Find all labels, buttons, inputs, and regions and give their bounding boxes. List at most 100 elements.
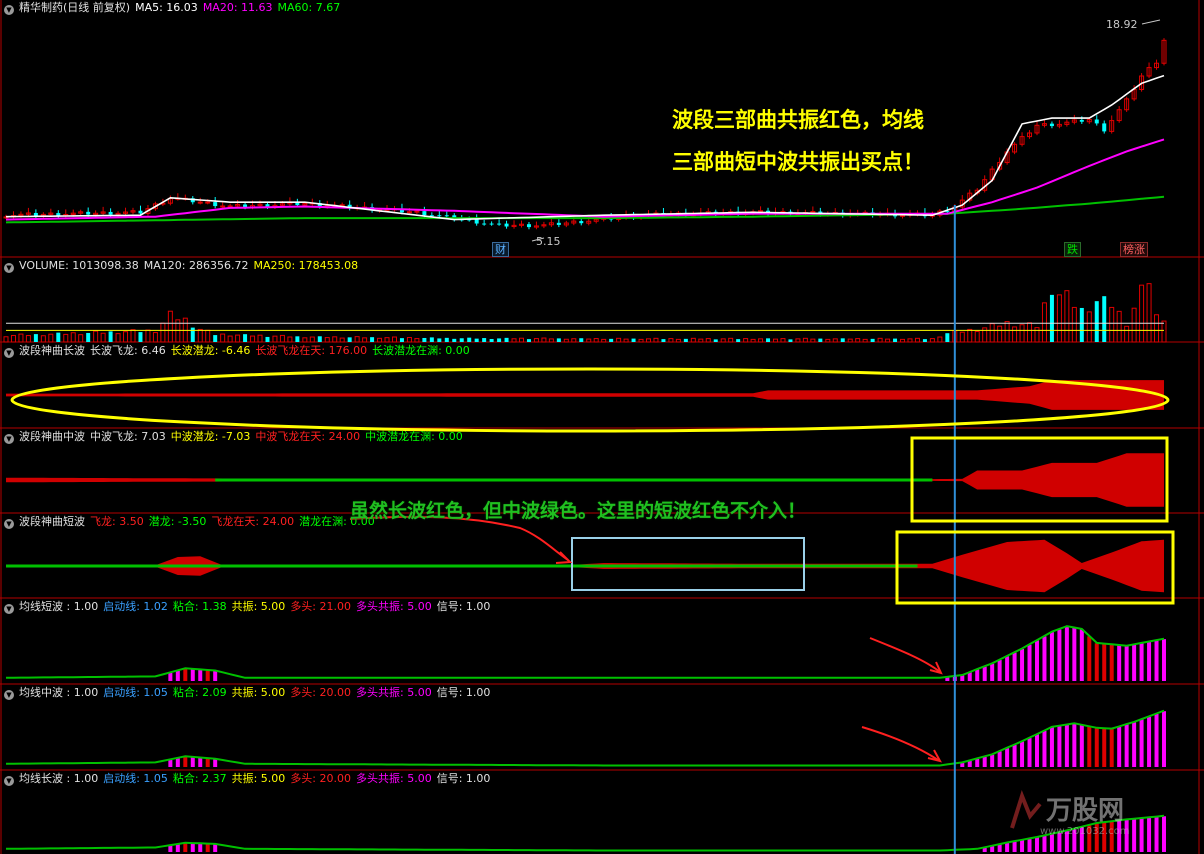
candle-down (86, 211, 91, 215)
candle-down (497, 223, 502, 225)
volume-bar-up (929, 338, 935, 343)
volume-bar-up (279, 334, 285, 343)
ma-short-bar (975, 669, 980, 681)
volume-bar-up (1056, 294, 1062, 343)
chevron-down-icon[interactable]: ▼ (4, 5, 14, 15)
candle-up (227, 205, 233, 208)
volume-bar-down (526, 339, 531, 342)
volume-title: VOLUME: 1013098.38 (19, 259, 139, 272)
ma-long-header: ▼ 均线长波 : 1.00 启动线: 1.05 粘合: 2.37 共振: 5.00 多头:… (4, 772, 495, 786)
volume-bar-up (743, 338, 749, 343)
volume-bar-up (1124, 325, 1130, 343)
ma-long-bar (1147, 817, 1152, 852)
ma-long-stick-label: 粘合: 2.37 (172, 772, 227, 785)
candle-up (406, 211, 412, 214)
volume-bar-up (324, 337, 330, 343)
ma-mid-bar (1139, 719, 1144, 767)
volume-bar-down (138, 332, 143, 342)
volume-bar-up (205, 329, 211, 343)
badge-zhang[interactable]: 榜涨 (1120, 242, 1148, 257)
candle-down (1049, 123, 1054, 127)
ma-long-bar (1162, 816, 1166, 852)
ma-mid-title: 均线中波 : 1.00 (19, 686, 99, 699)
volume-bar-up (967, 328, 973, 343)
chevron-down-icon[interactable]: ▼ (4, 690, 14, 700)
long-wave-red-band (6, 380, 1164, 410)
mid-hide-abyss-label: 中波潜龙在渊: 0.00 (365, 430, 463, 443)
volume-bar-down (467, 337, 472, 342)
ma-long-bar (1132, 819, 1137, 852)
ma-short-bar (183, 668, 188, 681)
volume-bar-down (609, 338, 614, 342)
ma-short-bar (1102, 644, 1107, 681)
volume-bar-down (437, 338, 442, 342)
volume-bar-up (563, 338, 569, 343)
chevron-down-icon[interactable]: ▼ (4, 434, 14, 444)
volume-bar-up (1139, 284, 1145, 343)
volume-bar-up (235, 334, 241, 343)
ma-mid-stick-label: 粘合: 2.09 (172, 686, 227, 699)
chevron-down-icon[interactable]: ▼ (4, 519, 14, 529)
short-fly-label: 飞龙: 3.50 (90, 515, 144, 528)
volume-bar-up (287, 336, 293, 343)
volume-bar-up (698, 338, 704, 343)
volume-header: ▼ VOLUME: 1013098.38 MA120: 286356.72 MA250… (4, 259, 363, 273)
chevron-down-icon[interactable]: ▼ (4, 348, 14, 358)
ma-short-bar (213, 670, 218, 681)
volume-bar-up (302, 337, 308, 343)
volume-bar-down (213, 335, 218, 342)
volume-bar-up (646, 338, 652, 343)
ma-long-bar (175, 844, 180, 852)
volume-bar-up (914, 337, 920, 343)
ma-short-bar (967, 672, 972, 681)
ma-short-bar (168, 672, 173, 681)
chevron-down-icon[interactable]: ▼ (4, 604, 14, 614)
ma5-label: MA5: 16.03 (135, 1, 198, 14)
candle-down (33, 212, 38, 216)
volume-bar-up (354, 336, 360, 343)
candle-down (1079, 119, 1084, 122)
volume-bar-up (855, 338, 861, 343)
volume-bar-down (295, 336, 300, 342)
volume-bar-down (713, 339, 718, 342)
ma-long-bar (168, 845, 173, 852)
volume-bar-up (885, 338, 891, 343)
annotation-mid-note: 虽然长波红色，但中波绿色。这里的短波红色不介入！ (350, 500, 807, 522)
ma-mid-bar (1117, 726, 1122, 767)
badge-die[interactable]: 跌 (1064, 242, 1081, 257)
volume-bar-up (832, 338, 838, 343)
volume-bar-up (593, 338, 599, 343)
volume-bar-up (668, 338, 674, 343)
chevron-down-icon[interactable]: ▼ (4, 263, 14, 273)
ma-long-bar (1154, 816, 1159, 852)
low-price-label: 5.15 (536, 235, 561, 248)
volume-bar-down (482, 338, 487, 342)
volume-bar-up (750, 338, 756, 343)
chart-canvas (0, 0, 1204, 854)
ma-mid-bar (1124, 724, 1129, 767)
ma-mid-bar (1042, 730, 1047, 767)
volume-bar-up (406, 337, 412, 343)
ma-short-bar (1072, 627, 1077, 681)
volume-bar-up (780, 338, 786, 343)
volume-bar-down (840, 338, 845, 342)
badge-cai[interactable]: 财 (492, 242, 509, 257)
ma-mid-header: ▼ 均线中波 : 1.00 启动线: 1.05 粘合: 2.09 共振: 5.00 多头:… (4, 686, 495, 700)
candle-down (556, 222, 561, 225)
ma-short-bar (990, 663, 995, 681)
volume-bar-up (638, 338, 644, 343)
volume-bar-up (773, 338, 779, 343)
volume-bar-down (265, 336, 270, 342)
ma-short-bull-res-label: 多头共振: 5.00 (356, 600, 432, 613)
ma-mid-bull-res-label: 多头共振: 5.00 (356, 686, 432, 699)
volume-bar-up (1146, 283, 1152, 343)
watermark-logo: 万股网 (1046, 796, 1125, 826)
short-hide-label: 潜龙: -3.50 (148, 515, 207, 528)
volume-bar-up (795, 338, 801, 343)
volume-bar-up (3, 336, 9, 343)
ma-short-bar (982, 666, 987, 681)
ma-long-bar (1027, 838, 1032, 852)
candle-down (422, 211, 427, 216)
volume-bar-up (548, 338, 554, 343)
chevron-down-icon[interactable]: ▼ (4, 776, 14, 786)
